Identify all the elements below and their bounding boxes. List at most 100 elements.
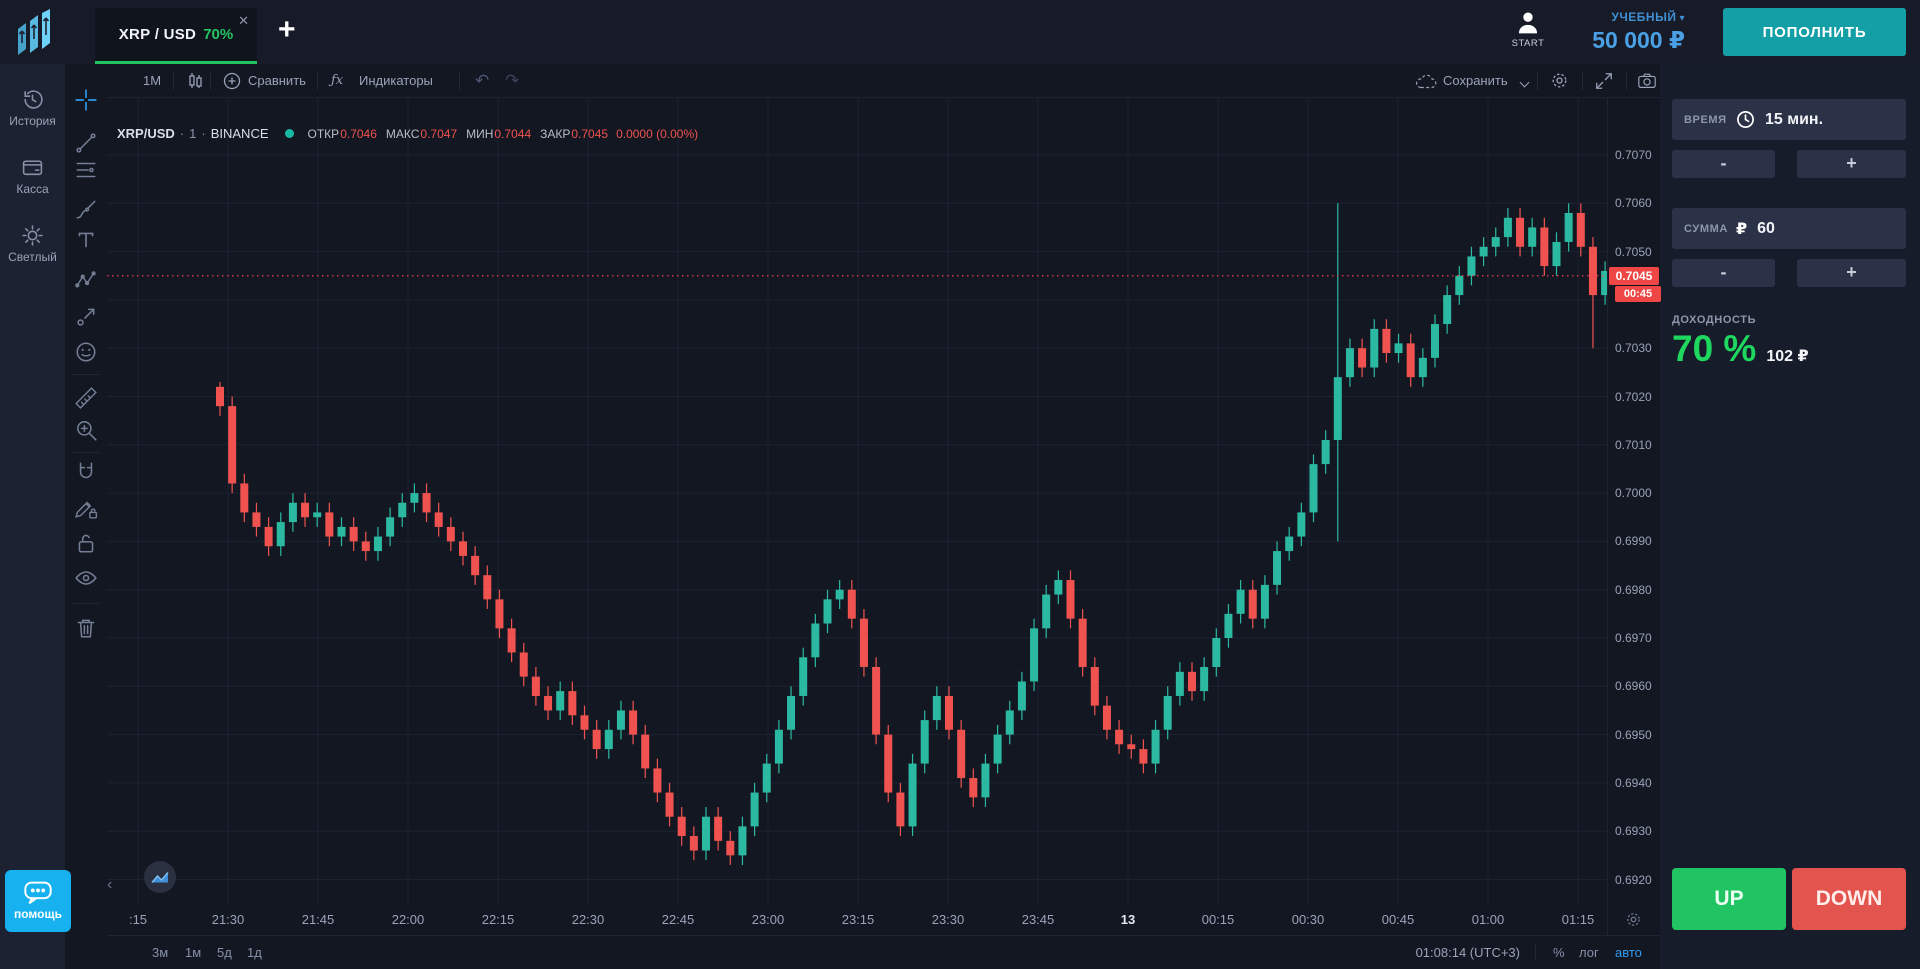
high-label: МАКС bbox=[386, 127, 420, 141]
close-icon[interactable]: ✕ bbox=[238, 13, 249, 29]
lock-tool[interactable] bbox=[74, 531, 98, 555]
divider bbox=[459, 71, 460, 90]
range-3m[interactable]: 3м bbox=[152, 936, 168, 969]
candle-body bbox=[678, 817, 686, 836]
compare-label[interactable]: Сравнить bbox=[248, 64, 306, 97]
tab-xrp-usd[interactable]: XRP / USD 70% ✕ bbox=[95, 8, 257, 64]
add-tab-button[interactable]: + bbox=[278, 14, 296, 46]
amount-plus-button[interactable]: + bbox=[1797, 259, 1906, 287]
candle-body bbox=[641, 735, 649, 769]
candle-body bbox=[1419, 358, 1427, 377]
candle-body bbox=[471, 556, 479, 575]
candle-body bbox=[896, 793, 904, 827]
candle-body bbox=[423, 493, 431, 512]
candle-body bbox=[969, 778, 977, 797]
axis-settings-gear-icon[interactable] bbox=[1624, 910, 1643, 929]
candle-body bbox=[1370, 329, 1378, 368]
chart-settings-button[interactable] bbox=[1549, 70, 1570, 91]
zoom-in-tool[interactable] bbox=[74, 418, 98, 442]
payout-row: 70 % 102 ₽ bbox=[1672, 328, 1809, 370]
sidebar-item-label: История bbox=[0, 114, 65, 128]
fib-retracement-icon bbox=[74, 158, 98, 182]
hide-drawings-tool[interactable] bbox=[74, 566, 98, 590]
trend-line-tool[interactable] bbox=[74, 131, 98, 155]
candle-body bbox=[1553, 242, 1561, 266]
candle-style-button[interactable] bbox=[185, 70, 206, 91]
candle-body bbox=[1054, 580, 1062, 594]
interval-button[interactable]: 1M bbox=[143, 64, 161, 97]
fx-icon[interactable]: ƒx bbox=[331, 64, 343, 97]
chart-pane[interactable]: XRP/USD · 1 · BINANCE ОТКР 0.7046 МАКС 0… bbox=[107, 98, 1607, 905]
candle-body bbox=[1358, 348, 1366, 367]
ruler-tool[interactable] bbox=[74, 386, 98, 410]
save-label[interactable]: Сохранить bbox=[1443, 64, 1508, 97]
account-avatar[interactable]: START bbox=[1498, 10, 1558, 49]
down-button[interactable]: DOWN bbox=[1792, 868, 1906, 930]
sidebar-item-theme[interactable]: Светлый bbox=[0, 224, 65, 264]
compare-button[interactable] bbox=[222, 71, 242, 91]
magnet-tool[interactable] bbox=[74, 460, 98, 484]
candle-body bbox=[957, 730, 965, 778]
divider bbox=[1537, 71, 1538, 90]
log-scale-toggle[interactable]: лог bbox=[1579, 936, 1599, 969]
time-field[interactable]: ВРЕМЯ 15 мин. bbox=[1672, 99, 1906, 140]
divider bbox=[173, 71, 174, 90]
cloud-icon bbox=[1415, 72, 1437, 89]
forecast-icon bbox=[74, 305, 98, 329]
wallet-icon bbox=[21, 156, 44, 179]
sidebar-item-history[interactable]: История bbox=[0, 88, 65, 128]
account-balance-block[interactable]: УЧЕБНЫЙ▾ 50 000 ₽ bbox=[1555, 10, 1685, 54]
help-button[interactable]: помощь bbox=[5, 870, 71, 932]
amount-field[interactable]: СУММА ₽ 60 bbox=[1672, 208, 1906, 249]
sidebar-item-label: Светлый bbox=[0, 250, 65, 264]
pattern-tool[interactable] bbox=[74, 269, 98, 293]
undo-icon[interactable]: ↶ bbox=[475, 64, 489, 97]
deposit-button[interactable]: ПОПОЛНИТЬ bbox=[1723, 8, 1906, 56]
fib-tool[interactable] bbox=[74, 158, 98, 182]
clock-utc[interactable]: 01:08:14 (UTC+3) bbox=[1402, 936, 1520, 969]
crosshair-tool[interactable] bbox=[74, 88, 98, 112]
candle-body bbox=[1589, 247, 1597, 295]
close-label: ЗАКР bbox=[540, 127, 570, 141]
time-minus-button[interactable]: - bbox=[1672, 150, 1775, 178]
drawing-mode-tool[interactable] bbox=[74, 496, 98, 520]
save-layout-button[interactable] bbox=[1415, 72, 1437, 89]
redo-icon[interactable]: ↷ bbox=[505, 64, 519, 97]
price-axis[interactable]: 0.70700.70600.70500.70300.70200.70100.70… bbox=[1607, 98, 1660, 905]
change-value: 0.0000 (0.00%) bbox=[616, 127, 698, 141]
indicators-label[interactable]: Индикаторы bbox=[359, 64, 433, 97]
range-5d[interactable]: 5д bbox=[217, 936, 232, 969]
payout-label: ДОХОДНОСТЬ bbox=[1672, 314, 1756, 326]
range-1m[interactable]: 1м bbox=[185, 936, 201, 969]
range-1d[interactable]: 1д bbox=[247, 936, 262, 969]
exchange-watermark[interactable] bbox=[143, 860, 177, 894]
time-plus-button[interactable]: + bbox=[1797, 150, 1906, 178]
remove-drawings-tool[interactable] bbox=[74, 616, 98, 640]
price-tick-label: 0.7050 bbox=[1615, 245, 1652, 259]
legend-symbol[interactable]: XRP/USD bbox=[117, 126, 175, 141]
sidebar-item-cashier[interactable]: Касса bbox=[0, 156, 65, 196]
close-value: 0.7045 bbox=[571, 127, 608, 141]
time-axis[interactable]: :1521:3021:4522:0022:1522:3022:4523:0023… bbox=[107, 905, 1607, 935]
auto-scale-toggle[interactable]: авто bbox=[1615, 936, 1642, 969]
fullscreen-button[interactable] bbox=[1594, 71, 1614, 91]
emoji-tool[interactable] bbox=[74, 340, 98, 364]
toolbar-collapse-handle[interactable]: ‹ bbox=[107, 876, 112, 894]
text-tool[interactable] bbox=[74, 228, 98, 252]
sun-icon bbox=[21, 224, 44, 247]
candle-body bbox=[544, 696, 552, 710]
up-button[interactable]: UP bbox=[1672, 868, 1786, 930]
candle-body bbox=[1382, 329, 1390, 353]
candle-body bbox=[1346, 348, 1354, 377]
percent-scale-toggle[interactable]: % bbox=[1553, 936, 1565, 969]
candle-body bbox=[1443, 295, 1451, 324]
brush-tool[interactable] bbox=[74, 197, 98, 221]
screenshot-button[interactable] bbox=[1637, 71, 1657, 91]
candle-body bbox=[398, 503, 406, 517]
brush-icon bbox=[74, 197, 98, 221]
candlestick-chart[interactable] bbox=[107, 98, 1607, 905]
save-dropdown-chevron-icon[interactable] bbox=[1515, 76, 1528, 94]
amount-minus-button[interactable]: - bbox=[1672, 259, 1775, 287]
price-tick-label: 0.6980 bbox=[1615, 583, 1652, 597]
forecast-tool[interactable] bbox=[74, 305, 98, 329]
